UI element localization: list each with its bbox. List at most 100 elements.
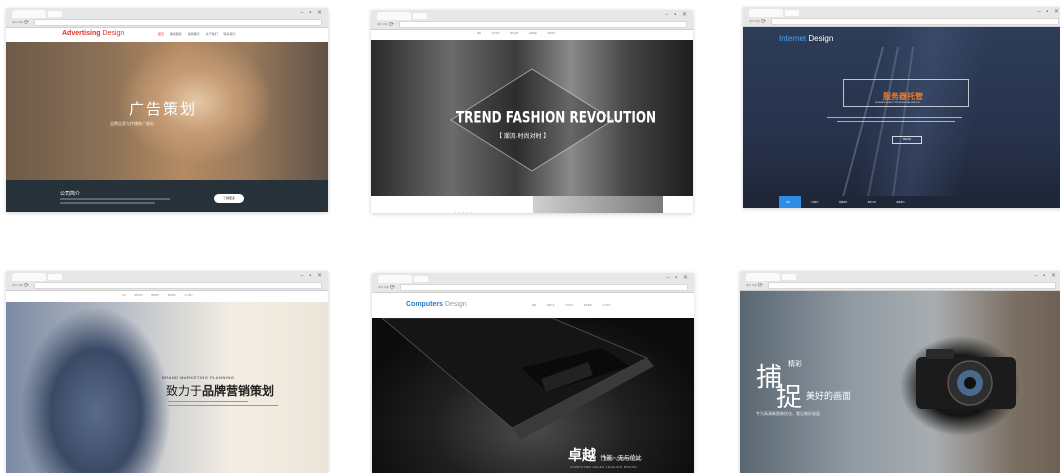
site-logo: Computers Design (406, 301, 467, 308)
hero-en-heading: BRAND MARKETING PLANNING (162, 375, 235, 380)
back-forward-icon: ⇦⇨⟳ (378, 285, 397, 291)
hero-subtitle: 【 潮流·时尚对时 】 (496, 134, 550, 140)
page-preview: Internet Design 服务器托管 DESIGNER QUALITY P… (743, 27, 1060, 208)
desc-line (827, 117, 962, 118)
new-tab-icon (782, 274, 796, 280)
laptop-icon (381, 318, 654, 440)
hero-tag: 精彩 (788, 361, 802, 368)
site-logo: Internet Design (779, 34, 833, 43)
address-bar (34, 282, 322, 289)
browser-chrome: – ▪ ✕ ⇦⇨⟳ (6, 271, 328, 291)
nav-item: 新闻资讯 (839, 202, 848, 204)
nav-menu: 首页 公司简介 新闻资讯 服务介绍 联系我们 (786, 201, 904, 204)
nav-item: 联系我们 (547, 33, 556, 35)
nav-item: 服务介绍 (867, 202, 876, 204)
browser-tab (12, 273, 46, 281)
logo-main: Internet (779, 34, 807, 43)
nav-item: 行业资讯 (565, 305, 574, 307)
back-forward-icon: ⇦⇨⟳ (746, 283, 765, 289)
page-preview: Advertising Design 首页 策划服务 案例展示 关于我们 联系我… (6, 28, 328, 212)
window-controls-icon: – ▪ ✕ (1034, 273, 1058, 279)
site-logo: Advertising Design (62, 30, 124, 37)
hero-subtitle: DESIGNER QUALITY PROFESSIONAL SERVICE (875, 102, 920, 104)
window-controls-icon: – ▪ ✕ (1037, 9, 1060, 15)
nav-item: 首页 (158, 32, 165, 36)
new-tab-icon (413, 13, 427, 19)
logo-sub: Design (444, 301, 467, 308)
nav-item: 关于我们 (205, 32, 218, 36)
page-preview: Computers Design 首页 电脑产品 行业资讯 服务案例 关于我们 … (372, 293, 694, 473)
nav-item: 首页 (477, 33, 482, 35)
hero-heading: 卓越 性能 · 无与伦比 (568, 445, 642, 465)
back-forward-icon: ⇦⇨⟳ (377, 22, 396, 28)
hero-en-line: COMPUTER SALES LEADING BRAND (570, 465, 638, 469)
back-forward-icon: ⇦⇨⟳ (12, 20, 31, 26)
new-tab-icon (48, 274, 62, 280)
hero-subtitle: 品牌全案与传播推广服务 (110, 121, 154, 126)
window-controls-icon: – ▪ ✕ (665, 12, 689, 18)
hero-char-2: 捉 (776, 382, 803, 412)
logo-sub: Design (102, 30, 125, 37)
hero-heading: TREND FASHION REVOLUTION (456, 108, 657, 127)
browser-chrome: – ▪ ✕ ⇦⇨⟳ (6, 8, 328, 28)
template-card-advertising[interactable]: – ▪ ✕ ⇦⇨⟳ Advertising Design 首页 策划服务 案例展… (6, 8, 328, 212)
nav-item: 服务项目 (134, 295, 143, 297)
hero-subtitle: 电脑产品销售先品牌 (604, 456, 640, 461)
back-forward-icon: ⇦⇨⟳ (12, 283, 31, 289)
section-title: 公司简介 (60, 191, 81, 197)
nav-item: 案例展示 (187, 32, 200, 36)
page-preview: 首页 服务项目 案例展示 新闻资讯 关于我们 BRAND MARKETING P… (6, 291, 328, 473)
template-card-photo[interactable]: – ▪ ✕ ⇦⇨⟳ 捕 精彩 捉 美好的画面 专为高清晰图像优化，看见美好画面 (740, 271, 1060, 473)
new-tab-icon (785, 10, 799, 16)
nav-item: 首页 (122, 295, 127, 297)
new-tab-icon (48, 11, 62, 17)
browser-tab (749, 9, 783, 17)
new-tab-icon (414, 276, 428, 282)
hero-heading: 服务器托管 (883, 92, 923, 101)
content-photo (533, 196, 663, 213)
learn-more-button[interactable]: 了解更多 (214, 194, 244, 203)
template-card-fashion[interactable]: – ▪ ✕ ⇦⇨⟳ 首页 时尚资讯 潮流品牌 品牌故事 联系我们 TREND F… (371, 10, 693, 213)
intro-band (6, 180, 328, 212)
heading-big: 卓越 (568, 447, 596, 463)
hero-heading: 致力于品牌营销策划 (166, 382, 274, 399)
nav-item: 首页 (786, 202, 791, 204)
template-card-brand[interactable]: – ▪ ✕ ⇦⇨⟳ 首页 服务项目 案例展示 新闻资讯 关于我们 BRAND M… (6, 271, 328, 473)
browser-tab (378, 275, 412, 283)
building-lines-icon (842, 47, 914, 197)
nav-item: 联系我们 (896, 202, 905, 204)
logo-main: Computers (406, 301, 443, 308)
hero-heading: 广告策划 (129, 101, 198, 118)
nav-item: 首页 (532, 305, 537, 307)
nav-menu: 首页 策划服务 案例展示 关于我们 联系我们 (158, 32, 235, 36)
browser-chrome: – ▪ ✕ ⇦⇨⟳ (371, 10, 693, 30)
intro-line (60, 198, 170, 200)
desc-line (168, 401, 248, 402)
address-bar (768, 282, 1056, 289)
address-bar (399, 21, 687, 28)
nav-menu: 首页 服务项目 案例展示 新闻资讯 关于我们 (122, 294, 192, 297)
page-preview: 首页 时尚资讯 潮流品牌 品牌故事 联系我们 TREND FASHION REV… (371, 30, 693, 213)
nav-item: 案例展示 (151, 295, 160, 297)
desc-line (168, 405, 278, 406)
window-controls-icon: – ▪ ✕ (666, 275, 690, 281)
nav-item: 电脑产品 (546, 305, 555, 307)
nav-menu: 首页 时尚资讯 潮流品牌 品牌故事 联系我们 (477, 32, 555, 35)
browser-chrome: – ▪ ✕ ⇦⇨⟳ (740, 271, 1060, 291)
nav-item: 联系我们 (223, 32, 236, 36)
template-card-internet[interactable]: – ▪ ✕ ⇦⇨⟳ Internet Design 服务器托管 DESIGNER… (743, 7, 1060, 208)
intro-line (60, 202, 155, 204)
nav-item: 品牌故事 (528, 33, 537, 35)
logo-sub: Design (808, 34, 834, 43)
address-bar (771, 18, 1059, 25)
desc-line (837, 121, 955, 122)
logo-main: Advertising (62, 30, 101, 37)
hero-heading: 美好的画面 (806, 391, 852, 401)
heading-strong: 品牌营销策划 (202, 384, 275, 398)
window-controls-icon: – ▪ ✕ (300, 273, 324, 279)
details-button[interactable]: 查看详情 (892, 136, 922, 144)
window-controls-icon: – ▪ ✕ (300, 10, 324, 16)
template-card-computers[interactable]: – ▪ ✕ ⇦⇨⟳ Computers Design 首页 电脑产品 行业资讯 … (372, 273, 694, 473)
back-forward-icon: ⇦⇨⟳ (749, 19, 768, 25)
browser-tab (377, 12, 411, 20)
